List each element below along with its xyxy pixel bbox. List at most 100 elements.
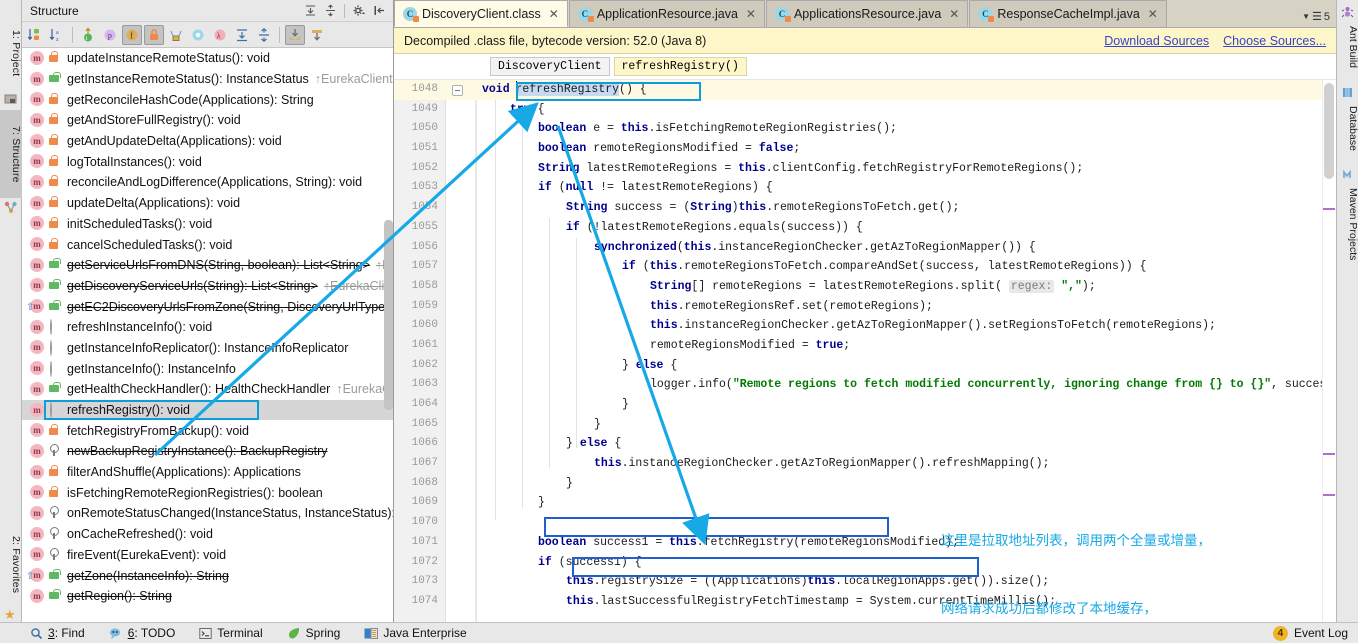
breadcrumb-method[interactable]: refreshRegistry() xyxy=(613,57,747,76)
editor-tab-overflow[interactable]: ▼ ☰ 5 xyxy=(1302,10,1336,27)
collapse-all-icon[interactable] xyxy=(324,4,337,17)
editor-area: C DiscoveryClient.class ✕ C ApplicationR… xyxy=(394,0,1336,622)
structure-title: Structure xyxy=(30,3,79,18)
code-line: 1052 String latestRemoteRegions = this.cl… xyxy=(394,159,1336,179)
download-sources-link[interactable]: Download Sources xyxy=(1104,34,1209,48)
sort-alphabetically-icon[interactable]: az xyxy=(47,25,67,45)
collapse-all-icon[interactable] xyxy=(254,25,274,45)
structure-list-item[interactable]: m logTotalInstances(): void xyxy=(22,151,393,172)
structure-list-item[interactable]: m initScheduledTasks(): void xyxy=(22,214,393,235)
structure-list-item[interactable]: m onCacheRefreshed(): void xyxy=(22,524,393,545)
line-number: 1053 xyxy=(411,181,438,194)
structure-list-item[interactable]: m getReconcileHashCode(Applications): Str… xyxy=(22,89,393,110)
editor-scrollbar[interactable] xyxy=(1322,80,1336,622)
show-interfaces-icon[interactable] xyxy=(188,25,208,45)
close-icon[interactable]: ✕ xyxy=(1148,7,1158,21)
show-fields-icon[interactable]: f xyxy=(122,24,142,45)
structure-list-item[interactable]: m fireEvent(EurekaEvent): void xyxy=(22,545,393,566)
structure-list-item[interactable]: m onRemoteStatusChanged(InstanceStatus, I… xyxy=(22,503,393,524)
status-spring[interactable]: Spring xyxy=(287,626,340,640)
choose-sources-link[interactable]: Choose Sources... xyxy=(1223,34,1326,48)
tool-tab-structure-label: 7: Structure xyxy=(10,125,22,183)
tool-tab-ant-build-label: Ant Build xyxy=(1347,26,1358,69)
structure-list-item[interactable]: m filterAndShuffle(Applications): Applica… xyxy=(22,462,393,483)
structure-list-item[interactable]: m refreshRegistry(): void xyxy=(22,399,393,421)
code-text: } xyxy=(538,496,545,510)
hide-icon[interactable] xyxy=(373,4,386,17)
structure-list-item[interactable]: m updateDelta(Applications): void xyxy=(22,193,393,214)
line-number: 1055 xyxy=(411,220,438,233)
gear-icon[interactable] xyxy=(352,4,366,17)
line-number: 1073 xyxy=(411,575,438,588)
structure-item-label: updateDelta(Applications): void xyxy=(67,196,241,211)
code-text: } else { xyxy=(566,437,622,451)
show-inherited-icon[interactable]: i xyxy=(78,25,98,45)
structure-list-item[interactable]: m getInstanceRemoteStatus(): InstanceStat… xyxy=(22,69,393,90)
structure-list-item[interactable]: m cancelScheduledTasks(): void xyxy=(22,234,393,255)
status-java-enterprise[interactable]: Java Enterprise xyxy=(364,626,467,640)
structure-item-label: initScheduledTasks(): void xyxy=(67,216,213,231)
autoscroll-from-source-icon[interactable] xyxy=(307,25,327,45)
editor-tab-discoveryclient[interactable]: C DiscoveryClient.class ✕ xyxy=(394,0,568,27)
structure-header: Structure xyxy=(22,0,393,22)
event-log-badge: 4 xyxy=(1272,625,1288,641)
fold-marker-icon[interactable] xyxy=(452,85,463,96)
structure-list-item[interactable]: m getDiscoveryServiceUrls(String): List<S… xyxy=(22,276,393,297)
tool-tab-database[interactable]: Database xyxy=(1337,102,1358,155)
structure-item-label: getZone(InstanceInfo): String xyxy=(67,568,229,583)
structure-list-item[interactable]: m isFetchingRemoteRegionRegistries(): boo… xyxy=(22,482,393,503)
structure-scrollbar-thumb[interactable] xyxy=(384,220,393,410)
status-todo[interactable]: 6: TODO xyxy=(109,626,175,640)
structure-list-item[interactable]: m ⇧ getEC2DiscoveryUrlsFromZone(String, Di… xyxy=(22,296,393,317)
structure-list-item[interactable]: m ⇧ getZone(InstanceInfo): String xyxy=(22,565,393,586)
structure-members-list[interactable]: m updateInstanceRemoteStatus(): void m getI… xyxy=(22,48,393,622)
structure-list-item[interactable]: m getAndStoreFullRegistry(): void xyxy=(22,110,393,131)
editor-scrollbar-thumb[interactable] xyxy=(1324,83,1334,179)
close-icon[interactable]: ✕ xyxy=(949,7,959,21)
structure-list-item[interactable]: m getInstanceInfo(): InstanceInfo xyxy=(22,358,393,379)
line-number: 1058 xyxy=(411,279,438,292)
show-non-public-icon[interactable] xyxy=(144,24,164,45)
code-editor[interactable]: 1048 void refreshRegistry() {1049 try {105… xyxy=(394,80,1336,622)
structure-list-item[interactable]: m getInstanceInfoReplicator(): InstanceIn… xyxy=(22,338,393,359)
structure-item-label: getEC2DiscoveryUrlsFromZone(String, Disc… xyxy=(67,299,393,314)
structure-list-item[interactable]: m reconcileAndLogDifference(Applications,… xyxy=(22,172,393,193)
autoscroll-to-source-icon[interactable] xyxy=(285,24,305,45)
class-file-icon: C xyxy=(403,6,419,22)
structure-list-item[interactable]: m fetchRegistryFromBackup(): void xyxy=(22,420,393,441)
show-lambdas-icon[interactable]: λ xyxy=(210,25,230,45)
structure-list-item[interactable]: m getServiceUrlsFromDNS(String, boolean):… xyxy=(22,255,393,276)
structure-list-item[interactable]: m getHealthCheckHandler(): HealthCheckHan… xyxy=(22,379,393,400)
code-text: } xyxy=(594,417,601,431)
tool-tab-ant-build[interactable]: Ant Build xyxy=(1337,22,1358,72)
structure-list-item[interactable]: m getRegion(): String xyxy=(22,586,393,607)
editor-tab-bar: C DiscoveryClient.class ✕ C ApplicationR… xyxy=(394,0,1336,28)
close-icon[interactable]: ✕ xyxy=(549,7,559,21)
structure-list-item[interactable]: m getAndUpdateDelta(Applications): void xyxy=(22,131,393,152)
tool-tab-maven-projects[interactable]: Maven Projects xyxy=(1337,184,1358,264)
editor-tab-applicationresource[interactable]: C ApplicationResource.java ✕ xyxy=(568,0,765,27)
java-enterprise-icon xyxy=(364,627,379,640)
breadcrumb-class[interactable]: DiscoveryClient xyxy=(490,57,610,76)
editor-tab-applicationsresource[interactable]: C ApplicationsResource.java ✕ xyxy=(765,0,969,27)
tool-tab-structure[interactable]: 7: Structure xyxy=(0,110,22,198)
editor-tab-responsecacheimpl[interactable]: C ResponseCacheImpl.java ✕ xyxy=(969,0,1167,27)
visibility-icon xyxy=(47,134,61,148)
sort-by-visibility-icon[interactable] xyxy=(25,25,45,45)
code-text: boolean e = this.isFetchingRemoteRegionR… xyxy=(538,122,897,136)
expand-all-icon[interactable] xyxy=(232,25,252,45)
show-properties-icon[interactable]: p xyxy=(100,25,120,45)
structure-list-item[interactable]: m updateInstanceRemoteStatus(): void xyxy=(22,48,393,69)
close-icon[interactable]: ✕ xyxy=(746,7,756,21)
structure-list-item[interactable]: m newBackupRegistryInstance(): BackupRegi… xyxy=(22,441,393,462)
tool-tab-favorites[interactable]: 2: Favorites xyxy=(0,522,22,608)
expand-all-icon[interactable] xyxy=(304,4,317,17)
status-find[interactable]: 3: Find xyxy=(30,626,85,640)
left-tool-window-strip: 1: Project 7: Structure 2: Favorites ★ xyxy=(0,0,22,622)
status-terminal[interactable]: Terminal xyxy=(199,626,263,640)
tool-tab-project[interactable]: 1: Project xyxy=(0,18,22,88)
status-event-log[interactable]: 4 Event Log xyxy=(1272,625,1358,641)
show-anonymous-classes-icon[interactable] xyxy=(166,25,186,45)
member-icon: m xyxy=(30,257,45,273)
structure-list-item[interactable]: m refreshInstanceInfo(): void xyxy=(22,317,393,338)
